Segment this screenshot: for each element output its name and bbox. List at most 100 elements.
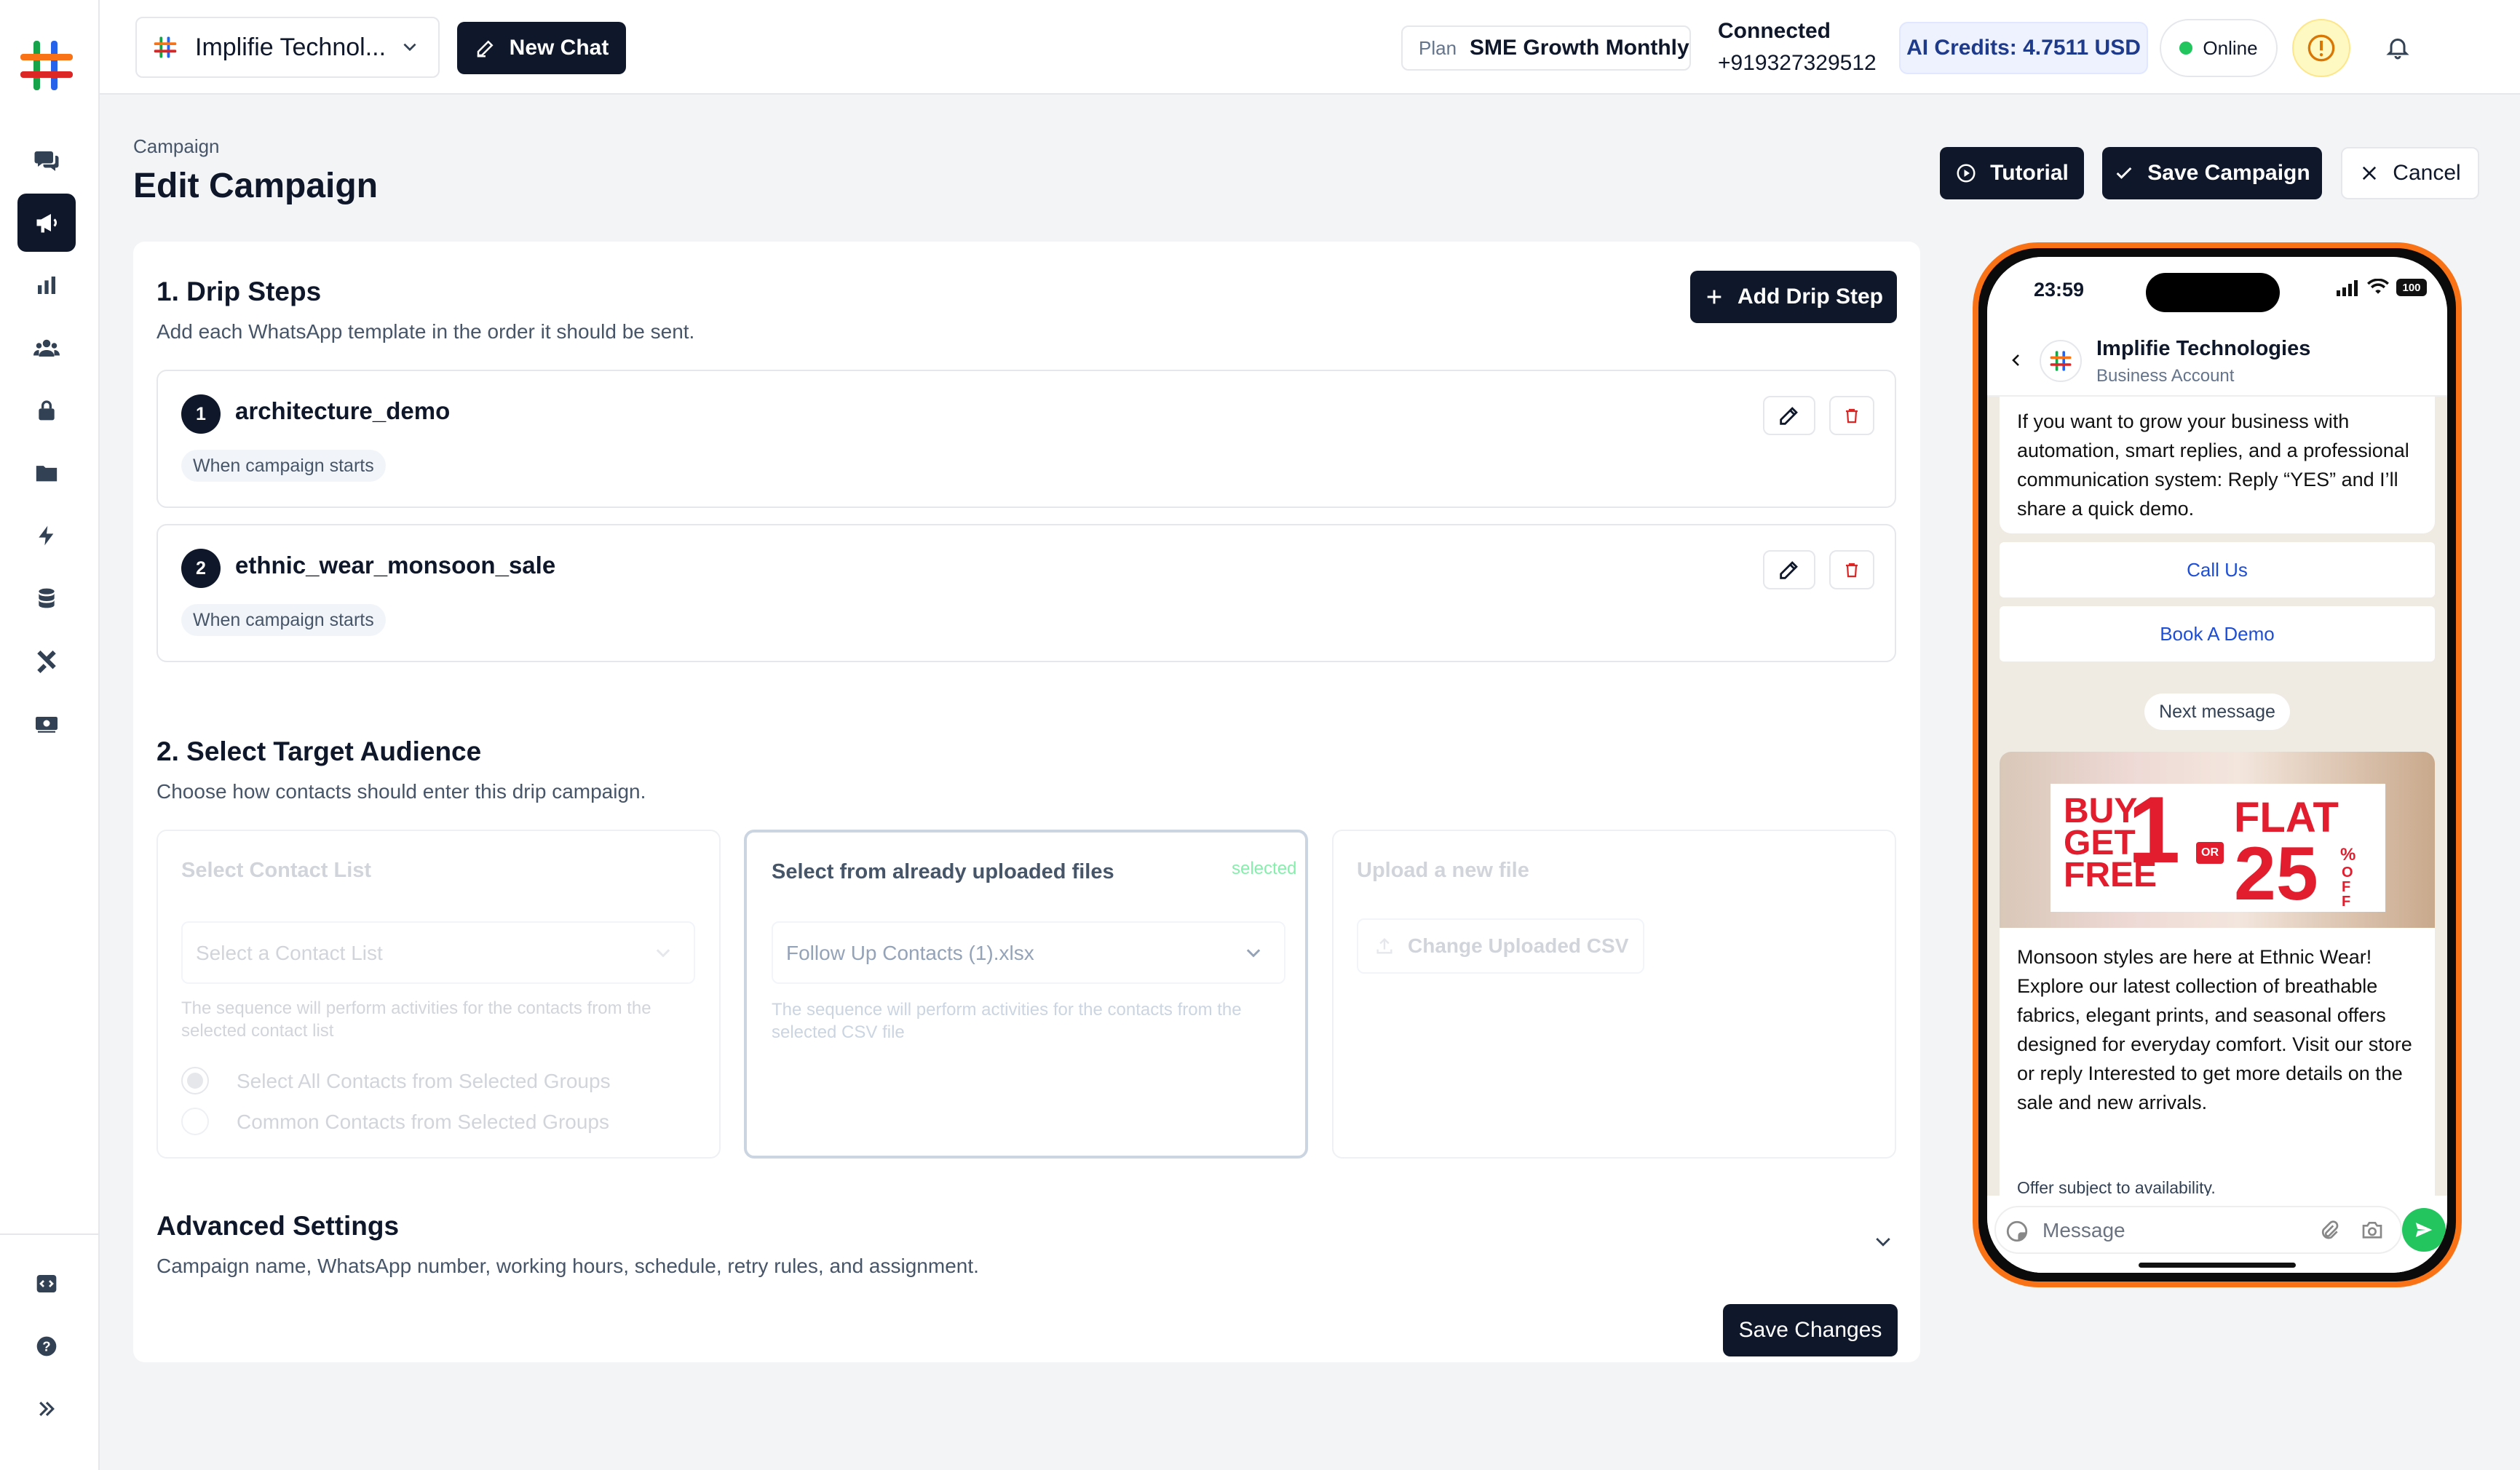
radio-common-label: Common Contacts from Selected Groups [237,1111,609,1133]
sidebar-item-contacts[interactable] [17,319,76,377]
lock-icon [39,400,55,421]
online-dot-icon [2179,41,2193,55]
change-uploaded-csv-button[interactable]: Change Uploaded CSV [1357,918,1644,974]
camera-icon[interactable] [2360,1219,2385,1242]
sidebar-item-billing[interactable] [17,694,76,752]
edit-step-button[interactable] [1763,396,1815,435]
advanced-settings-title[interactable]: Advanced Settings [156,1211,399,1241]
close-icon [2363,166,2377,180]
phone-screen: 23:59 100 Implifie Technologies Business… [1987,257,2447,1273]
add-drip-step-button[interactable]: Add Drip Step [1690,271,1897,323]
flash-icon [39,525,54,546]
attachment-icon[interactable] [2318,1219,2341,1242]
sidebar-item-security[interactable] [17,381,76,440]
top-bar: Implifie Technol... New Chat Plan SME Gr… [100,0,2520,95]
trash-icon [1846,563,1858,578]
message-placeholder: Message [2042,1219,2125,1241]
edit-step-button[interactable] [1763,550,1815,589]
dynamic-island [2146,273,2280,312]
tutorial-button[interactable]: Tutorial [1940,147,2084,199]
folder-icon [36,466,58,482]
banner-left-number: 1 [2128,776,2181,883]
save-changes-button[interactable]: Save Changes [1723,1304,1898,1356]
contact-list-option[interactable]: Select Contact List Select a Contact Lis… [156,830,721,1159]
message-text: Monsoon styles are here at Ethnic Wear! … [2017,946,2412,1113]
message-input[interactable]: Message [1994,1206,2402,1254]
billing-icon [36,717,58,733]
page-title: Edit Campaign [133,167,379,205]
play-circle-icon [1957,164,1976,183]
sidebar-item-files[interactable] [17,444,76,502]
edit-icon [1780,407,1798,425]
home-indicator [2139,1263,2296,1268]
sticker-icon[interactable] [2005,1219,2029,1244]
contacts-icon [33,339,60,357]
chevron-down-icon [656,949,670,958]
sidebar-item-campaigns[interactable] [17,194,76,252]
campaign-icon [36,214,57,233]
send-button[interactable] [2402,1208,2446,1252]
add-drip-step-label: Add Drip Step [1738,285,1883,309]
sidebar-expand-button[interactable] [17,1380,76,1438]
brand-logo[interactable] [17,36,76,95]
cancel-button[interactable]: Cancel [2341,147,2479,199]
radio-dot-icon [187,1073,203,1089]
check-icon [2116,167,2132,179]
delete-step-button[interactable] [1829,550,1874,589]
wifi-icon [2367,279,2389,294]
radio-common[interactable] [181,1108,209,1135]
drip-steps-title: 1. Drip Steps [156,277,322,306]
sidebar-item-tools[interactable] [17,632,76,690]
upload-icon [1376,938,1392,954]
message-bubble: BUY GET FREE 1 OR FLAT 25 % OFF Monsoon … [2000,752,2435,1273]
contact-list-select[interactable]: Select a Contact List [181,921,695,984]
uploaded-files-help: The sequence will perform activities for… [772,1000,1242,1042]
audience-subtitle: Choose how contacts should enter this dr… [156,780,646,803]
sidebar-item-automation[interactable] [17,506,76,565]
alert-button[interactable] [2292,19,2350,77]
radio-select-all-label: Select All Contacts from Selected Groups [237,1070,611,1092]
sidebar-item-analytics[interactable] [17,256,76,314]
trash-icon [1846,408,1858,424]
back-arrow-icon[interactable] [2008,350,2025,370]
new-chat-button[interactable]: New Chat [457,22,626,74]
uploaded-files-option[interactable]: Select from already uploaded files selec… [744,830,1308,1159]
sidebar-item-chats[interactable] [17,131,76,189]
book-demo-button[interactable]: Book A Demo [2000,606,2435,662]
breadcrumb[interactable]: Campaign [133,135,220,158]
whatsapp-preview-phone: 23:59 100 Implifie Technologies Business… [1973,242,2462,1287]
signal-icon [2337,280,2358,296]
edit-icon [477,40,494,57]
contact-list-title: Select Contact List [181,859,372,882]
workspace-logo-icon [153,35,178,60]
new-chat-label: New Chat [509,36,609,60]
drip-step-card[interactable]: 1 architecture_demo When campaign starts [156,370,1896,508]
plan-name: SME Growth Monthly [1470,36,1689,60]
sidebar-item-database[interactable] [17,569,76,627]
call-us-button[interactable]: Call Us [2000,542,2435,597]
brand-logo-icon [2050,351,2072,371]
edit-icon [1780,561,1798,579]
chat-icon [34,151,59,171]
save-campaign-label: Save Campaign [2147,161,2310,185]
notifications-button[interactable] [2380,29,2416,65]
chevron-down-icon[interactable] [1872,1231,1894,1253]
uploaded-file-select[interactable]: Follow Up Contacts (1).xlsx [772,921,1285,984]
workspace-selector[interactable]: Implifie Technol... [135,17,440,78]
connected-number: +919327329512 [1718,51,1877,75]
save-campaign-button[interactable]: Save Campaign [2102,147,2322,199]
radio-select-all[interactable] [181,1067,209,1094]
upload-new-option[interactable]: Upload a new file Change Uploaded CSV [1332,830,1896,1159]
expand-icon [39,1402,55,1416]
battery-icon: 100 [2396,279,2427,296]
drip-step-card[interactable]: 2 ethnic_wear_monsoon_sale When campaign… [156,524,1896,662]
business-name: Implifie Technologies [2096,337,2311,360]
account-type: Business Account [2096,366,2235,386]
contact-list-placeholder: Select a Contact List [196,942,383,964]
online-status[interactable]: Online [2160,19,2278,77]
plan-badge: Plan SME Growth Monthly [1401,25,1691,71]
plan-label: Plan [1419,36,1457,59]
sidebar-item-help[interactable]: ? [17,1317,76,1375]
delete-step-button[interactable] [1829,396,1874,435]
sidebar-item-developer[interactable] [17,1255,76,1313]
